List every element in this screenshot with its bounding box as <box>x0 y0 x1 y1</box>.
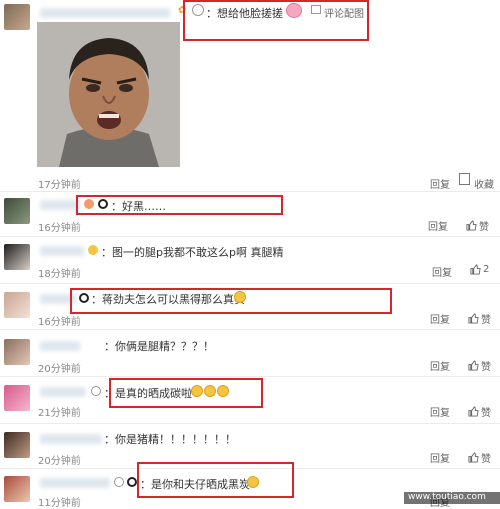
thumbs-up-icon <box>468 406 479 417</box>
like-button[interactable]: 赞 <box>468 311 491 326</box>
like-label: 赞 <box>481 454 491 465</box>
username-blurred[interactable] <box>40 478 110 488</box>
divider <box>0 236 500 237</box>
username-blurred[interactable] <box>40 434 102 444</box>
divider <box>0 329 500 330</box>
comment-time: 11分钟前 <box>38 498 81 509</box>
reply-button[interactable]: 回复 <box>430 450 450 465</box>
divider <box>0 376 500 377</box>
avatar[interactable] <box>4 476 30 502</box>
reply-button[interactable]: 回复 <box>430 358 450 373</box>
comment-text: ：你是猪精！！！！！！！ <box>104 433 236 446</box>
comment-time: 18分钟前 <box>38 269 81 280</box>
chick-icon <box>88 245 98 255</box>
like-count: 2 <box>483 264 490 275</box>
thumbs-up-icon <box>470 264 481 275</box>
comment-time: 20分钟前 <box>38 364 81 375</box>
comment-time: 16分钟前 <box>38 317 81 328</box>
comment-time: 21分钟前 <box>38 408 81 419</box>
username-blurred[interactable] <box>40 341 80 351</box>
favorite-icon[interactable] <box>459 173 470 185</box>
highlight-box <box>183 0 369 41</box>
level-icon <box>114 477 124 487</box>
thumbs-up-icon <box>468 452 479 463</box>
reply-button[interactable]: 回复 <box>428 218 448 233</box>
like-label: 赞 <box>481 408 491 419</box>
like-button[interactable]: 赞 <box>466 218 489 233</box>
avatar[interactable] <box>4 292 30 318</box>
like-button[interactable]: 赞 <box>468 450 491 465</box>
panda-icon <box>127 477 137 487</box>
like-label: 赞 <box>481 362 491 373</box>
comment-time: 16分钟前 <box>38 223 81 234</box>
highlight-box <box>109 378 263 408</box>
like-label: 赞 <box>481 315 491 326</box>
comment-text: ：你俩是腿精？？？！ <box>104 340 214 353</box>
reply-button[interactable]: 回复 <box>432 264 452 279</box>
highlight-box <box>137 462 294 498</box>
avatar[interactable] <box>4 244 30 270</box>
level-icon <box>91 386 101 396</box>
divider <box>0 191 500 192</box>
divider <box>0 283 500 284</box>
like-button[interactable]: 赞 <box>468 358 491 373</box>
avatar[interactable] <box>4 385 30 411</box>
avatar[interactable] <box>4 4 30 30</box>
avatar[interactable] <box>4 339 30 365</box>
thumbs-up-icon <box>468 313 479 324</box>
watermark-text: www.toutiao.com <box>408 492 486 502</box>
highlight-box <box>76 195 283 215</box>
like-button[interactable]: 2 <box>470 264 489 275</box>
username-blurred[interactable] <box>40 246 84 256</box>
highlight-box <box>70 288 392 314</box>
comment-time: 17分钟前 <box>38 180 81 191</box>
comment-text: ：图一的腿p我都不敢这么p啊 真腿精 <box>101 246 284 259</box>
comment-time: 20分钟前 <box>38 456 81 467</box>
favorite-button[interactable]: 收藏 <box>474 176 494 191</box>
divider <box>0 423 500 424</box>
like-button[interactable]: 赞 <box>468 404 491 419</box>
avatar[interactable] <box>4 432 30 458</box>
username-blurred[interactable] <box>40 8 170 18</box>
username-blurred[interactable] <box>40 200 80 210</box>
reply-button[interactable]: 回复 <box>430 311 450 326</box>
avatar[interactable] <box>4 198 30 224</box>
thumbs-up-icon <box>468 360 479 371</box>
reply-button[interactable]: 回复 <box>430 176 450 191</box>
like-label: 赞 <box>479 222 489 233</box>
username-blurred[interactable] <box>40 387 86 397</box>
reply-button[interactable]: 回复 <box>430 404 450 419</box>
thumbs-up-icon <box>466 220 477 231</box>
comment-photo[interactable] <box>37 22 180 167</box>
